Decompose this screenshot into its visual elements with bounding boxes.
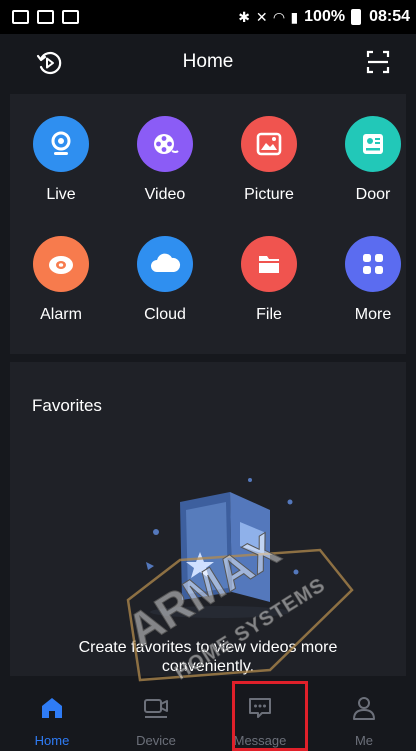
signal-icon: ▮: [290, 8, 299, 25]
message-highlight-box: [232, 681, 308, 751]
status-bar: ✱ ✕ ◠ ▮ 100% 08:54: [0, 0, 416, 34]
favorites-empty-line: conveniently.: [161, 658, 255, 675]
security-notification-icon: [62, 10, 79, 24]
app-screen: ✱ ✕ ◠ ▮ 100% 08:54 Home Live Video Pictu…: [0, 0, 416, 751]
nav-label: Home: [34, 733, 70, 748]
grid-item-picture[interactable]: Picture: [224, 116, 314, 226]
grid-item-alarm[interactable]: Alarm: [16, 236, 106, 346]
home-icon: [42, 698, 62, 718]
cloud-icon: [137, 236, 193, 292]
grid-label: Picture: [244, 186, 294, 203]
favorites-empty-line: Create favorites to view videos more: [78, 639, 338, 656]
nav-item-device[interactable]: Device: [104, 684, 208, 751]
grid-item-door[interactable]: Door: [328, 116, 416, 226]
nav-item-home[interactable]: Home: [0, 684, 104, 751]
page-title: Home: [182, 51, 234, 72]
grid-label: Live: [46, 186, 76, 203]
status-right: ✱ ✕ ◠ ▮ 100% 08:54: [238, 8, 410, 26]
favorites-empty-message: Create favorites to view videos more con…: [10, 638, 406, 676]
grid-label: More: [354, 306, 392, 323]
grid-label: Door: [355, 186, 391, 203]
grid-label: File: [256, 306, 282, 323]
gallery-notification-icon: [37, 10, 54, 24]
grid-label: Video: [144, 186, 186, 203]
nav-item-me[interactable]: Me: [312, 684, 416, 751]
grid-label: Alarm: [40, 306, 82, 323]
picture-icon: [241, 116, 297, 172]
more-grid-icon: [345, 236, 401, 292]
grid-label: Cloud: [144, 306, 186, 323]
profile-icon: [353, 697, 375, 720]
favorites-title: Favorites: [32, 396, 102, 415]
favorites-empty-illustration: [146, 478, 299, 618]
function-grid: Live Video Picture Door Alarm Cloud File…: [10, 94, 406, 354]
wifi-icon: ◠: [273, 8, 285, 25]
bluetooth-icon: ✱: [238, 8, 250, 25]
grid-item-live[interactable]: Live: [16, 116, 106, 226]
bottom-nav: Home Device Message Me: [0, 684, 416, 751]
video-reel-icon: [137, 116, 193, 172]
device-icon: [144, 699, 168, 718]
mute-icon: ✕: [255, 8, 268, 25]
live-camera-icon: [33, 116, 89, 172]
favorites-section: Favorites Create favorites to view video…: [10, 362, 406, 676]
clock: 08:54: [369, 8, 410, 25]
playback-history-icon[interactable]: [36, 50, 62, 76]
status-left: [12, 10, 79, 24]
alarm-icon: [33, 236, 89, 292]
grid-item-video[interactable]: Video: [120, 116, 210, 226]
nav-label: Device: [136, 733, 176, 748]
door-intercom-icon: [345, 116, 401, 172]
battery-percent: 100%: [304, 8, 346, 25]
nav-label: Me: [354, 733, 374, 748]
grid-item-more[interactable]: More: [328, 236, 416, 346]
top-header: Home: [0, 34, 416, 90]
grid-item-cloud[interactable]: Cloud: [120, 236, 210, 346]
notification-icon: [12, 10, 29, 24]
battery-icon: [351, 9, 362, 25]
grid-item-file[interactable]: File: [224, 236, 314, 346]
file-folder-icon: [241, 236, 297, 292]
scan-icon[interactable]: [366, 50, 390, 74]
